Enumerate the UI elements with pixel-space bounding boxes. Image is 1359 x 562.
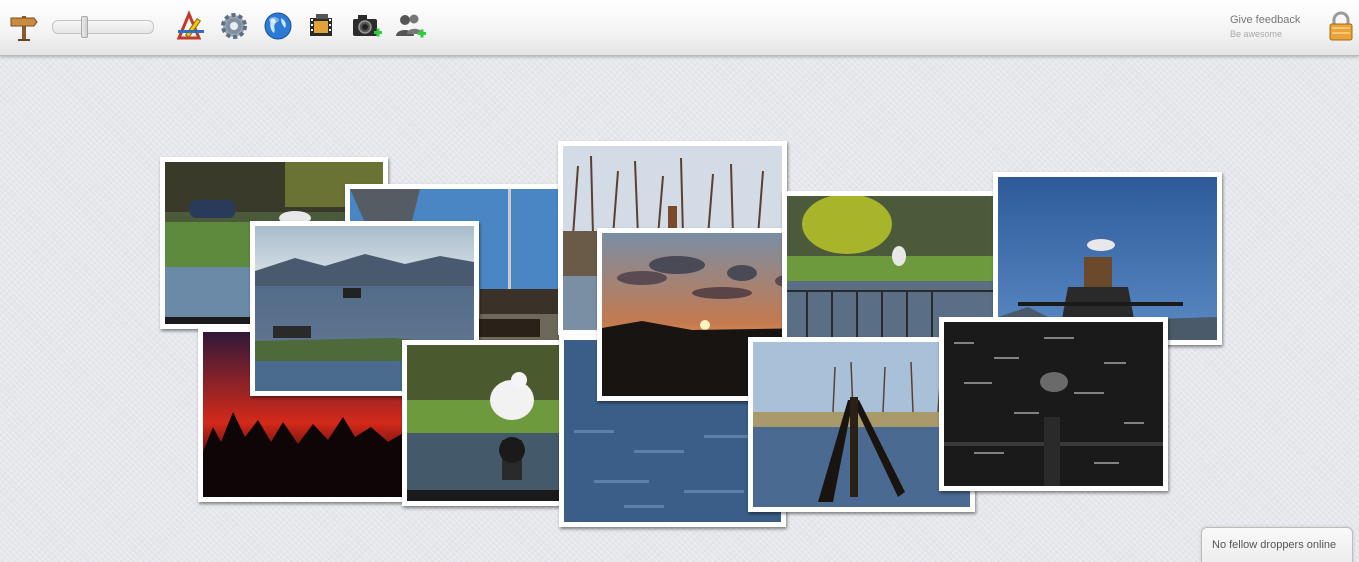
add-camera-icon[interactable]: [350, 10, 382, 42]
film-icon[interactable]: [305, 10, 337, 42]
toolbar: Give feedback Be awesome: [0, 0, 1359, 56]
online-status-box[interactable]: No fellow droppers online: [1201, 527, 1353, 562]
feedback-subtitle: Be awesome: [1230, 29, 1283, 39]
give-feedback-link[interactable]: Give feedback Be awesome: [1230, 14, 1300, 39]
zoom-slider[interactable]: [52, 16, 154, 38]
feedback-title: Give feedback: [1230, 14, 1301, 26]
online-status-text: No fellow droppers online: [1212, 539, 1337, 551]
add-users-icon[interactable]: [394, 10, 426, 42]
signpost-icon[interactable]: [8, 10, 40, 42]
photo-sparkling-water[interactable]: [939, 317, 1168, 491]
zoom-slider-handle[interactable]: [81, 16, 88, 38]
gear-icon[interactable]: [218, 10, 250, 42]
edit-tools-icon[interactable]: [175, 10, 207, 42]
lock-icon[interactable]: [1327, 11, 1355, 41]
globe-icon[interactable]: [262, 10, 294, 42]
